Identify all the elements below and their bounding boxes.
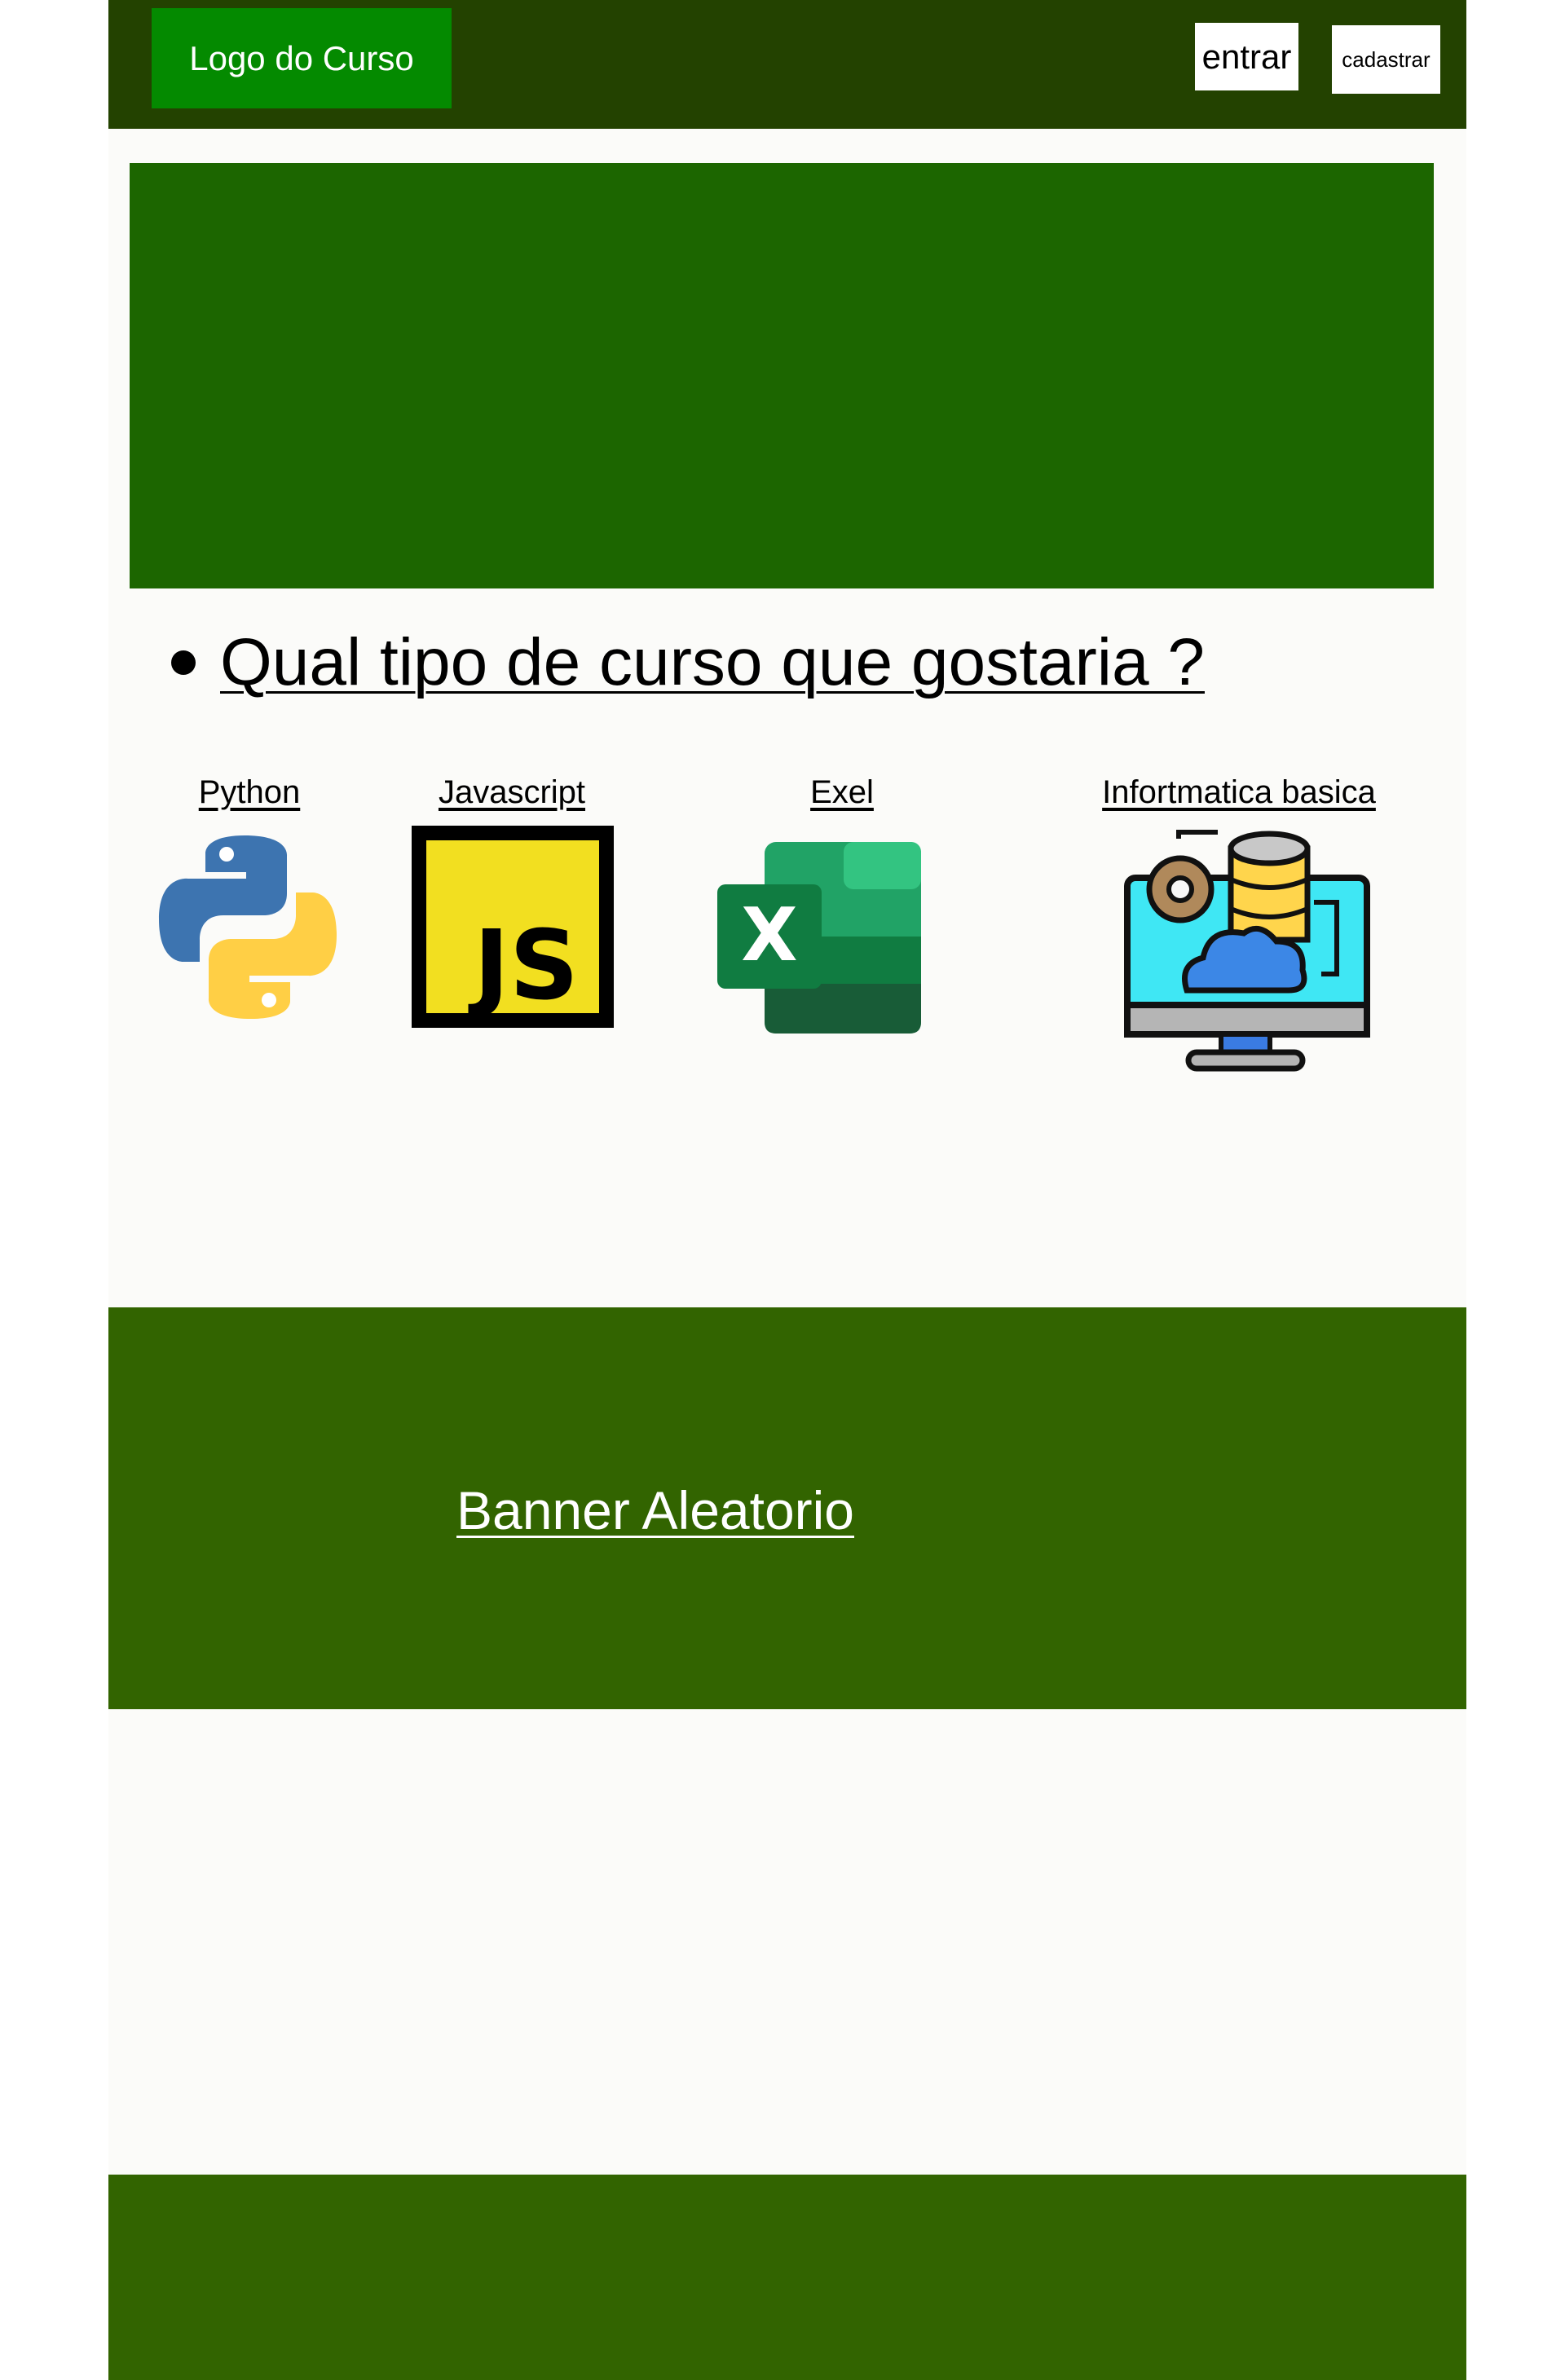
signup-button[interactable]: cadastrar <box>1332 25 1440 94</box>
random-banner-link[interactable]: Banner Aleatorio <box>456 1483 854 1537</box>
javascript-icon[interactable]: JS <box>412 826 614 1028</box>
site-header: Logo do Curso entrar cadastrar <box>108 0 1466 129</box>
svg-text:JS: JS <box>468 909 579 1021</box>
bullet-icon <box>171 650 196 675</box>
course-label-javascript[interactable]: Javascript <box>439 774 585 811</box>
course-question: Qual tipo de curso que gostaria ? <box>171 618 1205 707</box>
excel-icon[interactable]: X <box>717 842 921 1034</box>
svg-text:X: X <box>741 892 797 978</box>
course-logo[interactable]: Logo do Curso <box>152 8 452 108</box>
python-icon[interactable] <box>155 831 342 1023</box>
footer-section <box>108 2175 1466 2380</box>
course-label-python[interactable]: Python <box>199 774 301 811</box>
login-button[interactable]: entrar <box>1195 23 1298 90</box>
course-question-link[interactable]: Qual tipo de curso que gostaria ? <box>220 624 1205 701</box>
course-label-excel[interactable]: Exel <box>810 774 874 811</box>
page: Logo do Curso entrar cadastrar Qual tipo… <box>108 0 1466 2380</box>
course-label-informatica[interactable]: Infortmatica basica <box>1102 774 1376 811</box>
hero-banner <box>130 163 1434 588</box>
computer-cloud-database-icon[interactable] <box>1122 827 1370 1076</box>
